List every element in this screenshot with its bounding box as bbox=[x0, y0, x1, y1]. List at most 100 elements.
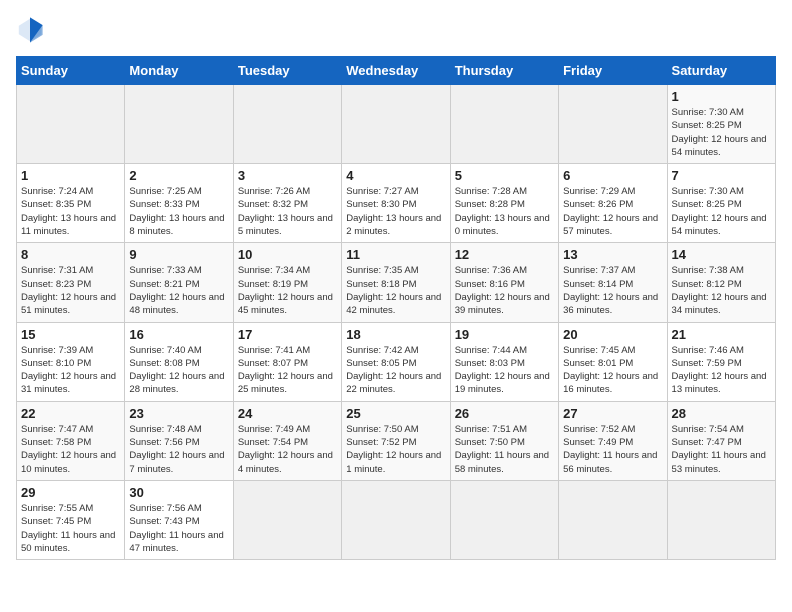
calendar-cell bbox=[450, 480, 558, 559]
calendar-cell: 7 Sunrise: 7:30 AM Sunset: 8:25 PM Dayli… bbox=[667, 164, 775, 243]
day-info: Sunrise: 7:46 AM Sunset: 7:59 PM Dayligh… bbox=[672, 344, 771, 397]
calendar-cell: 12 Sunrise: 7:36 AM Sunset: 8:16 PM Dayl… bbox=[450, 243, 558, 322]
calendar-cell bbox=[125, 85, 233, 164]
calendar-cell: 3 Sunrise: 7:26 AM Sunset: 8:32 PM Dayli… bbox=[233, 164, 341, 243]
calendar-cell bbox=[233, 85, 341, 164]
day-header: Sunday bbox=[17, 57, 125, 85]
calendar-cell: 16 Sunrise: 7:40 AM Sunset: 8:08 PM Dayl… bbox=[125, 322, 233, 401]
day-info: Sunrise: 7:49 AM Sunset: 7:54 PM Dayligh… bbox=[238, 423, 337, 476]
day-info: Sunrise: 7:56 AM Sunset: 7:43 PM Dayligh… bbox=[129, 502, 228, 555]
day-info: Sunrise: 7:25 AM Sunset: 8:33 PM Dayligh… bbox=[129, 185, 228, 238]
day-number: 25 bbox=[346, 406, 445, 421]
day-header: Monday bbox=[125, 57, 233, 85]
day-number: 18 bbox=[346, 327, 445, 342]
day-info: Sunrise: 7:30 AM Sunset: 8:25 PM Dayligh… bbox=[672, 106, 771, 159]
day-number: 12 bbox=[455, 247, 554, 262]
day-info: Sunrise: 7:27 AM Sunset: 8:30 PM Dayligh… bbox=[346, 185, 445, 238]
day-number: 26 bbox=[455, 406, 554, 421]
day-number: 8 bbox=[21, 247, 120, 262]
calendar-header-row: SundayMondayTuesdayWednesdayThursdayFrid… bbox=[17, 57, 776, 85]
day-info: Sunrise: 7:30 AM Sunset: 8:25 PM Dayligh… bbox=[672, 185, 771, 238]
calendar-week-row: 8 Sunrise: 7:31 AM Sunset: 8:23 PM Dayli… bbox=[17, 243, 776, 322]
calendar-cell bbox=[17, 85, 125, 164]
calendar-cell: 6 Sunrise: 7:29 AM Sunset: 8:26 PM Dayli… bbox=[559, 164, 667, 243]
calendar-cell: 1 Sunrise: 7:30 AM Sunset: 8:25 PM Dayli… bbox=[667, 85, 775, 164]
day-number: 1 bbox=[21, 168, 120, 183]
day-info: Sunrise: 7:38 AM Sunset: 8:12 PM Dayligh… bbox=[672, 264, 771, 317]
calendar-cell: 18 Sunrise: 7:42 AM Sunset: 8:05 PM Dayl… bbox=[342, 322, 450, 401]
day-number: 15 bbox=[21, 327, 120, 342]
calendar-cell: 4 Sunrise: 7:27 AM Sunset: 8:30 PM Dayli… bbox=[342, 164, 450, 243]
day-number: 27 bbox=[563, 406, 662, 421]
day-info: Sunrise: 7:37 AM Sunset: 8:14 PM Dayligh… bbox=[563, 264, 662, 317]
calendar-cell: 1 Sunrise: 7:24 AM Sunset: 8:35 PM Dayli… bbox=[17, 164, 125, 243]
day-number: 22 bbox=[21, 406, 120, 421]
calendar-cell: 5 Sunrise: 7:28 AM Sunset: 8:28 PM Dayli… bbox=[450, 164, 558, 243]
day-info: Sunrise: 7:33 AM Sunset: 8:21 PM Dayligh… bbox=[129, 264, 228, 317]
day-number: 9 bbox=[129, 247, 228, 262]
day-header: Tuesday bbox=[233, 57, 341, 85]
day-number: 30 bbox=[129, 485, 228, 500]
page-header bbox=[16, 16, 776, 44]
calendar-cell: 23 Sunrise: 7:48 AM Sunset: 7:56 PM Dayl… bbox=[125, 401, 233, 480]
calendar-cell: 8 Sunrise: 7:31 AM Sunset: 8:23 PM Dayli… bbox=[17, 243, 125, 322]
calendar-cell bbox=[342, 85, 450, 164]
day-info: Sunrise: 7:44 AM Sunset: 8:03 PM Dayligh… bbox=[455, 344, 554, 397]
calendar-cell: 25 Sunrise: 7:50 AM Sunset: 7:52 PM Dayl… bbox=[342, 401, 450, 480]
day-info: Sunrise: 7:41 AM Sunset: 8:07 PM Dayligh… bbox=[238, 344, 337, 397]
day-info: Sunrise: 7:45 AM Sunset: 8:01 PM Dayligh… bbox=[563, 344, 662, 397]
day-number: 21 bbox=[672, 327, 771, 342]
calendar-cell bbox=[559, 480, 667, 559]
calendar-cell bbox=[342, 480, 450, 559]
logo-icon bbox=[16, 16, 44, 44]
calendar-cell: 27 Sunrise: 7:52 AM Sunset: 7:49 PM Dayl… bbox=[559, 401, 667, 480]
calendar-cell bbox=[233, 480, 341, 559]
day-number: 16 bbox=[129, 327, 228, 342]
day-info: Sunrise: 7:50 AM Sunset: 7:52 PM Dayligh… bbox=[346, 423, 445, 476]
day-info: Sunrise: 7:31 AM Sunset: 8:23 PM Dayligh… bbox=[21, 264, 120, 317]
calendar-cell bbox=[559, 85, 667, 164]
day-info: Sunrise: 7:24 AM Sunset: 8:35 PM Dayligh… bbox=[21, 185, 120, 238]
calendar-week-row: 1 Sunrise: 7:24 AM Sunset: 8:35 PM Dayli… bbox=[17, 164, 776, 243]
day-number: 19 bbox=[455, 327, 554, 342]
day-info: Sunrise: 7:34 AM Sunset: 8:19 PM Dayligh… bbox=[238, 264, 337, 317]
day-info: Sunrise: 7:28 AM Sunset: 8:28 PM Dayligh… bbox=[455, 185, 554, 238]
day-number: 14 bbox=[672, 247, 771, 262]
calendar-week-row: 15 Sunrise: 7:39 AM Sunset: 8:10 PM Dayl… bbox=[17, 322, 776, 401]
calendar-cell: 29 Sunrise: 7:55 AM Sunset: 7:45 PM Dayl… bbox=[17, 480, 125, 559]
calendar-cell: 21 Sunrise: 7:46 AM Sunset: 7:59 PM Dayl… bbox=[667, 322, 775, 401]
day-number: 3 bbox=[238, 168, 337, 183]
calendar-cell: 19 Sunrise: 7:44 AM Sunset: 8:03 PM Dayl… bbox=[450, 322, 558, 401]
day-info: Sunrise: 7:42 AM Sunset: 8:05 PM Dayligh… bbox=[346, 344, 445, 397]
calendar-cell: 2 Sunrise: 7:25 AM Sunset: 8:33 PM Dayli… bbox=[125, 164, 233, 243]
day-number: 5 bbox=[455, 168, 554, 183]
calendar-cell: 9 Sunrise: 7:33 AM Sunset: 8:21 PM Dayli… bbox=[125, 243, 233, 322]
day-number: 11 bbox=[346, 247, 445, 262]
day-number: 17 bbox=[238, 327, 337, 342]
day-number: 23 bbox=[129, 406, 228, 421]
day-header: Saturday bbox=[667, 57, 775, 85]
calendar-week-row: 1 Sunrise: 7:30 AM Sunset: 8:25 PM Dayli… bbox=[17, 85, 776, 164]
day-number: 28 bbox=[672, 406, 771, 421]
day-info: Sunrise: 7:36 AM Sunset: 8:16 PM Dayligh… bbox=[455, 264, 554, 317]
calendar-cell: 15 Sunrise: 7:39 AM Sunset: 8:10 PM Dayl… bbox=[17, 322, 125, 401]
day-info: Sunrise: 7:29 AM Sunset: 8:26 PM Dayligh… bbox=[563, 185, 662, 238]
day-info: Sunrise: 7:55 AM Sunset: 7:45 PM Dayligh… bbox=[21, 502, 120, 555]
day-number: 10 bbox=[238, 247, 337, 262]
calendar-cell: 26 Sunrise: 7:51 AM Sunset: 7:50 PM Dayl… bbox=[450, 401, 558, 480]
day-header: Wednesday bbox=[342, 57, 450, 85]
calendar-week-row: 29 Sunrise: 7:55 AM Sunset: 7:45 PM Dayl… bbox=[17, 480, 776, 559]
calendar-cell: 30 Sunrise: 7:56 AM Sunset: 7:43 PM Dayl… bbox=[125, 480, 233, 559]
day-number: 20 bbox=[563, 327, 662, 342]
day-info: Sunrise: 7:26 AM Sunset: 8:32 PM Dayligh… bbox=[238, 185, 337, 238]
calendar-cell bbox=[450, 85, 558, 164]
logo bbox=[16, 16, 48, 44]
day-info: Sunrise: 7:51 AM Sunset: 7:50 PM Dayligh… bbox=[455, 423, 554, 476]
day-info: Sunrise: 7:40 AM Sunset: 8:08 PM Dayligh… bbox=[129, 344, 228, 397]
day-info: Sunrise: 7:54 AM Sunset: 7:47 PM Dayligh… bbox=[672, 423, 771, 476]
calendar-cell: 17 Sunrise: 7:41 AM Sunset: 8:07 PM Dayl… bbox=[233, 322, 341, 401]
calendar-cell: 20 Sunrise: 7:45 AM Sunset: 8:01 PM Dayl… bbox=[559, 322, 667, 401]
day-number: 6 bbox=[563, 168, 662, 183]
calendar-table: SundayMondayTuesdayWednesdayThursdayFrid… bbox=[16, 56, 776, 560]
day-number: 29 bbox=[21, 485, 120, 500]
